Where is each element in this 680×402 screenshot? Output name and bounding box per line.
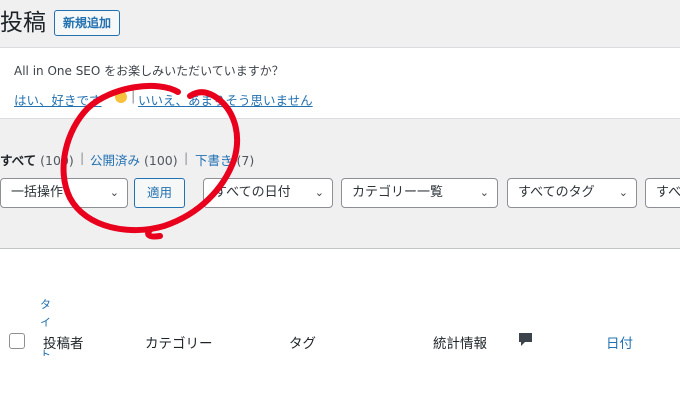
annotation-stroke (60, 82, 241, 240)
red-circle-annotation (60, 82, 241, 240)
